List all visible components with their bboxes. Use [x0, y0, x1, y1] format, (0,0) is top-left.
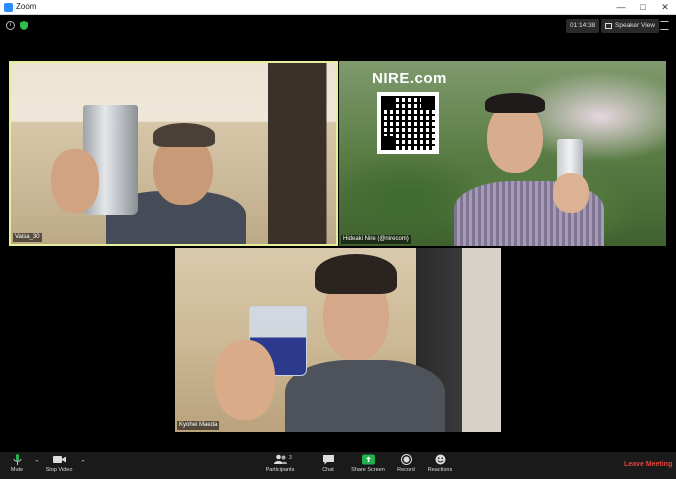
leave-meeting-button[interactable]: Leave Meeting — [624, 461, 672, 468]
stop-video-label: Stop Video — [45, 467, 73, 473]
participant-name-label: Kyohei Maeda — [177, 421, 220, 430]
participant-name-label: Vaisa_30 — [13, 233, 42, 242]
window-title-bar: Zoom — □ ✕ — [0, 0, 676, 15]
reactions-button[interactable]: Reactions — [426, 454, 454, 473]
grid-icon — [605, 23, 612, 29]
share-screen-label: Share Screen — [351, 467, 385, 473]
shield-icon[interactable] — [20, 21, 28, 30]
video-tile-participant-3[interactable]: Kyohei Maeda — [175, 248, 501, 432]
mute-label: Mute — [10, 467, 24, 473]
chat-button[interactable]: Chat — [318, 454, 338, 473]
stop-video-button[interactable]: Stop Video — [44, 454, 74, 473]
microphone-icon — [13, 454, 21, 465]
speaker-view-button[interactable]: Speaker View — [601, 19, 659, 33]
video-options-caret[interactable]: ⌃ — [80, 459, 86, 467]
reactions-icon — [435, 454, 445, 465]
speaker-view-label: Speaker View — [615, 22, 655, 29]
camera-icon — [52, 456, 66, 463]
participants-count-badge: 3 — [289, 455, 292, 461]
meeting-toolbar: Mute ⌃ Stop Video ⌃ Participants 3 Chat … — [0, 452, 676, 479]
record-icon — [400, 454, 412, 465]
participant-name-label: Hideaki Nire (@nirecom) — [341, 235, 411, 244]
minimize-button[interactable]: — — [610, 1, 632, 14]
participant-video-1 — [11, 63, 336, 244]
video-tile-participant-1[interactable]: Vaisa_30 — [9, 61, 338, 246]
share-screen-icon — [361, 454, 375, 465]
info-icon[interactable]: i — [6, 21, 15, 30]
record-label: Record — [397, 467, 415, 473]
participant-video-3 — [175, 248, 501, 432]
chat-label: Chat — [322, 467, 334, 473]
meeting-timer: 01:14:38 — [566, 19, 600, 33]
record-button[interactable]: Record — [395, 454, 417, 473]
zoom-app-icon — [4, 3, 13, 12]
participants-label: Participants — [265, 467, 295, 473]
participants-icon — [273, 454, 287, 464]
meeting-top-bar: i 01:14:38 Speaker View — [0, 15, 676, 37]
audio-options-caret[interactable]: ⌃ — [34, 459, 40, 467]
window-title: Zoom — [16, 2, 37, 11]
close-button[interactable]: ✕ — [654, 1, 676, 14]
share-screen-button[interactable]: Share Screen — [349, 454, 387, 473]
video-tile-participant-2[interactable]: NIRE.com Hideaki Nire (@nirecom) — [339, 61, 666, 246]
maximize-button[interactable]: □ — [632, 1, 654, 14]
mute-button[interactable]: Mute — [6, 454, 28, 473]
reactions-label: Reactions — [427, 467, 453, 473]
chat-icon — [322, 455, 334, 465]
participant-video-2 — [339, 61, 666, 246]
fullscreen-icon[interactable] — [660, 21, 669, 30]
